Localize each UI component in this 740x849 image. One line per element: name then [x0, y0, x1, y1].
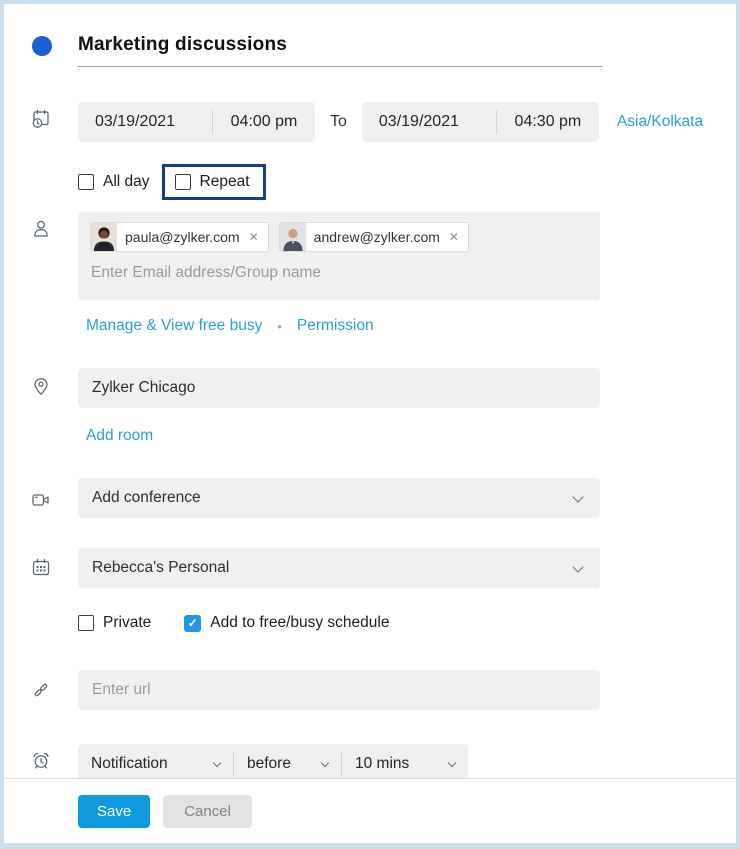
add-room-link[interactable]: Add room: [86, 427, 153, 444]
free-busy-checkbox[interactable]: ✓: [184, 615, 201, 632]
calendar-icon: [30, 557, 52, 579]
save-button[interactable]: Save: [78, 795, 150, 828]
event-editor-window: Marketing discussions 03/19/2021 04:00 p…: [0, 0, 740, 849]
manage-free-busy-link[interactable]: Manage & View free busy: [86, 317, 262, 335]
location-icon: [30, 376, 52, 398]
start-datetime-group: 03/19/2021 04:00 pm: [78, 102, 315, 142]
attendee-chip: paula@zylker.com ✕: [90, 222, 269, 252]
notification-icon: [30, 750, 52, 772]
attendee-chip: andrew@zylker.com ✕: [279, 222, 469, 252]
chevron-down-icon: [213, 759, 221, 767]
calendar-select[interactable]: Rebecca's Personal: [78, 548, 600, 588]
conference-select[interactable]: Add conference: [78, 478, 600, 518]
url-input[interactable]: Enter url: [78, 670, 600, 710]
attendee-email: andrew@zylker.com: [306, 229, 449, 245]
timezone-link[interactable]: Asia/Kolkata: [617, 113, 703, 131]
location-input[interactable]: Zylker Chicago: [78, 368, 600, 408]
permission-link[interactable]: Permission: [297, 317, 374, 335]
private-checkbox[interactable]: [78, 615, 94, 631]
notification-position-value: before: [247, 755, 291, 773]
woman-avatar: [91, 223, 117, 251]
attendees-input-area[interactable]: paula@zylker.com ✕ andrew@zylker.com ✕: [78, 212, 600, 300]
repeat-focus-ring: Repeat: [162, 164, 266, 200]
conference-icon: [30, 489, 52, 511]
repeat-label: Repeat: [200, 173, 250, 191]
private-label: Private: [103, 614, 151, 632]
notification-position-select[interactable]: before: [234, 755, 341, 773]
chevron-down-icon: [572, 561, 583, 572]
remove-attendee-icon[interactable]: ✕: [449, 230, 468, 244]
repeat-checkbox[interactable]: [175, 174, 191, 190]
start-date-input[interactable]: 03/19/2021: [78, 113, 212, 131]
title-underline: [78, 66, 602, 67]
end-time-input[interactable]: 04:30 pm: [497, 113, 599, 131]
all-day-label: All day: [103, 173, 150, 191]
notification-time-select[interactable]: 10 mins: [342, 755, 468, 773]
to-label: To: [330, 113, 347, 131]
chevron-down-icon: [572, 491, 583, 502]
chevron-down-icon: [321, 759, 329, 767]
url-icon: [30, 679, 52, 701]
link-separator: •: [277, 319, 282, 334]
attendees-icon: [30, 218, 52, 240]
calendar-selected-value: Rebecca's Personal: [78, 559, 243, 577]
chevron-down-icon: [448, 759, 456, 767]
check-icon: ✓: [188, 616, 198, 630]
event-title-input[interactable]: Marketing discussions: [78, 34, 287, 56]
start-time-input[interactable]: 04:00 pm: [213, 113, 315, 131]
notification-type-select[interactable]: Notification: [78, 755, 233, 773]
conference-placeholder: Add conference: [78, 489, 215, 507]
location-value: Zylker Chicago: [78, 379, 209, 397]
all-day-checkbox[interactable]: [78, 174, 94, 190]
notification-controls: Notification before 10 mins: [78, 744, 468, 778]
url-placeholder: Enter url: [78, 681, 165, 699]
notification-type-value: Notification: [91, 755, 168, 773]
datetime-icon: [30, 108, 52, 130]
end-date-input[interactable]: 03/19/2021: [362, 113, 496, 131]
attendee-email: paula@zylker.com: [117, 229, 249, 245]
event-color-dot[interactable]: [32, 36, 52, 56]
footer-bar: Save Cancel: [4, 778, 736, 843]
remove-attendee-icon[interactable]: ✕: [249, 230, 268, 244]
man-avatar: [280, 223, 306, 251]
end-datetime-group: 03/19/2021 04:30 pm: [362, 102, 599, 142]
free-busy-label: Add to free/busy schedule: [210, 614, 389, 632]
cancel-button[interactable]: Cancel: [163, 795, 252, 828]
attendees-placeholder[interactable]: Enter Email address/Group name: [90, 264, 588, 282]
notification-time-value: 10 mins: [355, 755, 409, 773]
event-form: Marketing discussions 03/19/2021 04:00 p…: [4, 4, 736, 778]
